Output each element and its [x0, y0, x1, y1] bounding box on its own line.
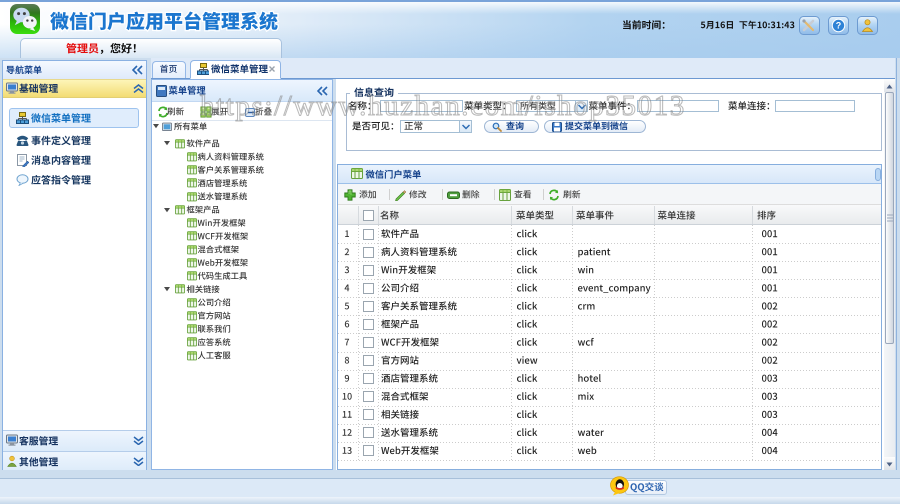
svg-text:?: ?	[836, 21, 842, 31]
